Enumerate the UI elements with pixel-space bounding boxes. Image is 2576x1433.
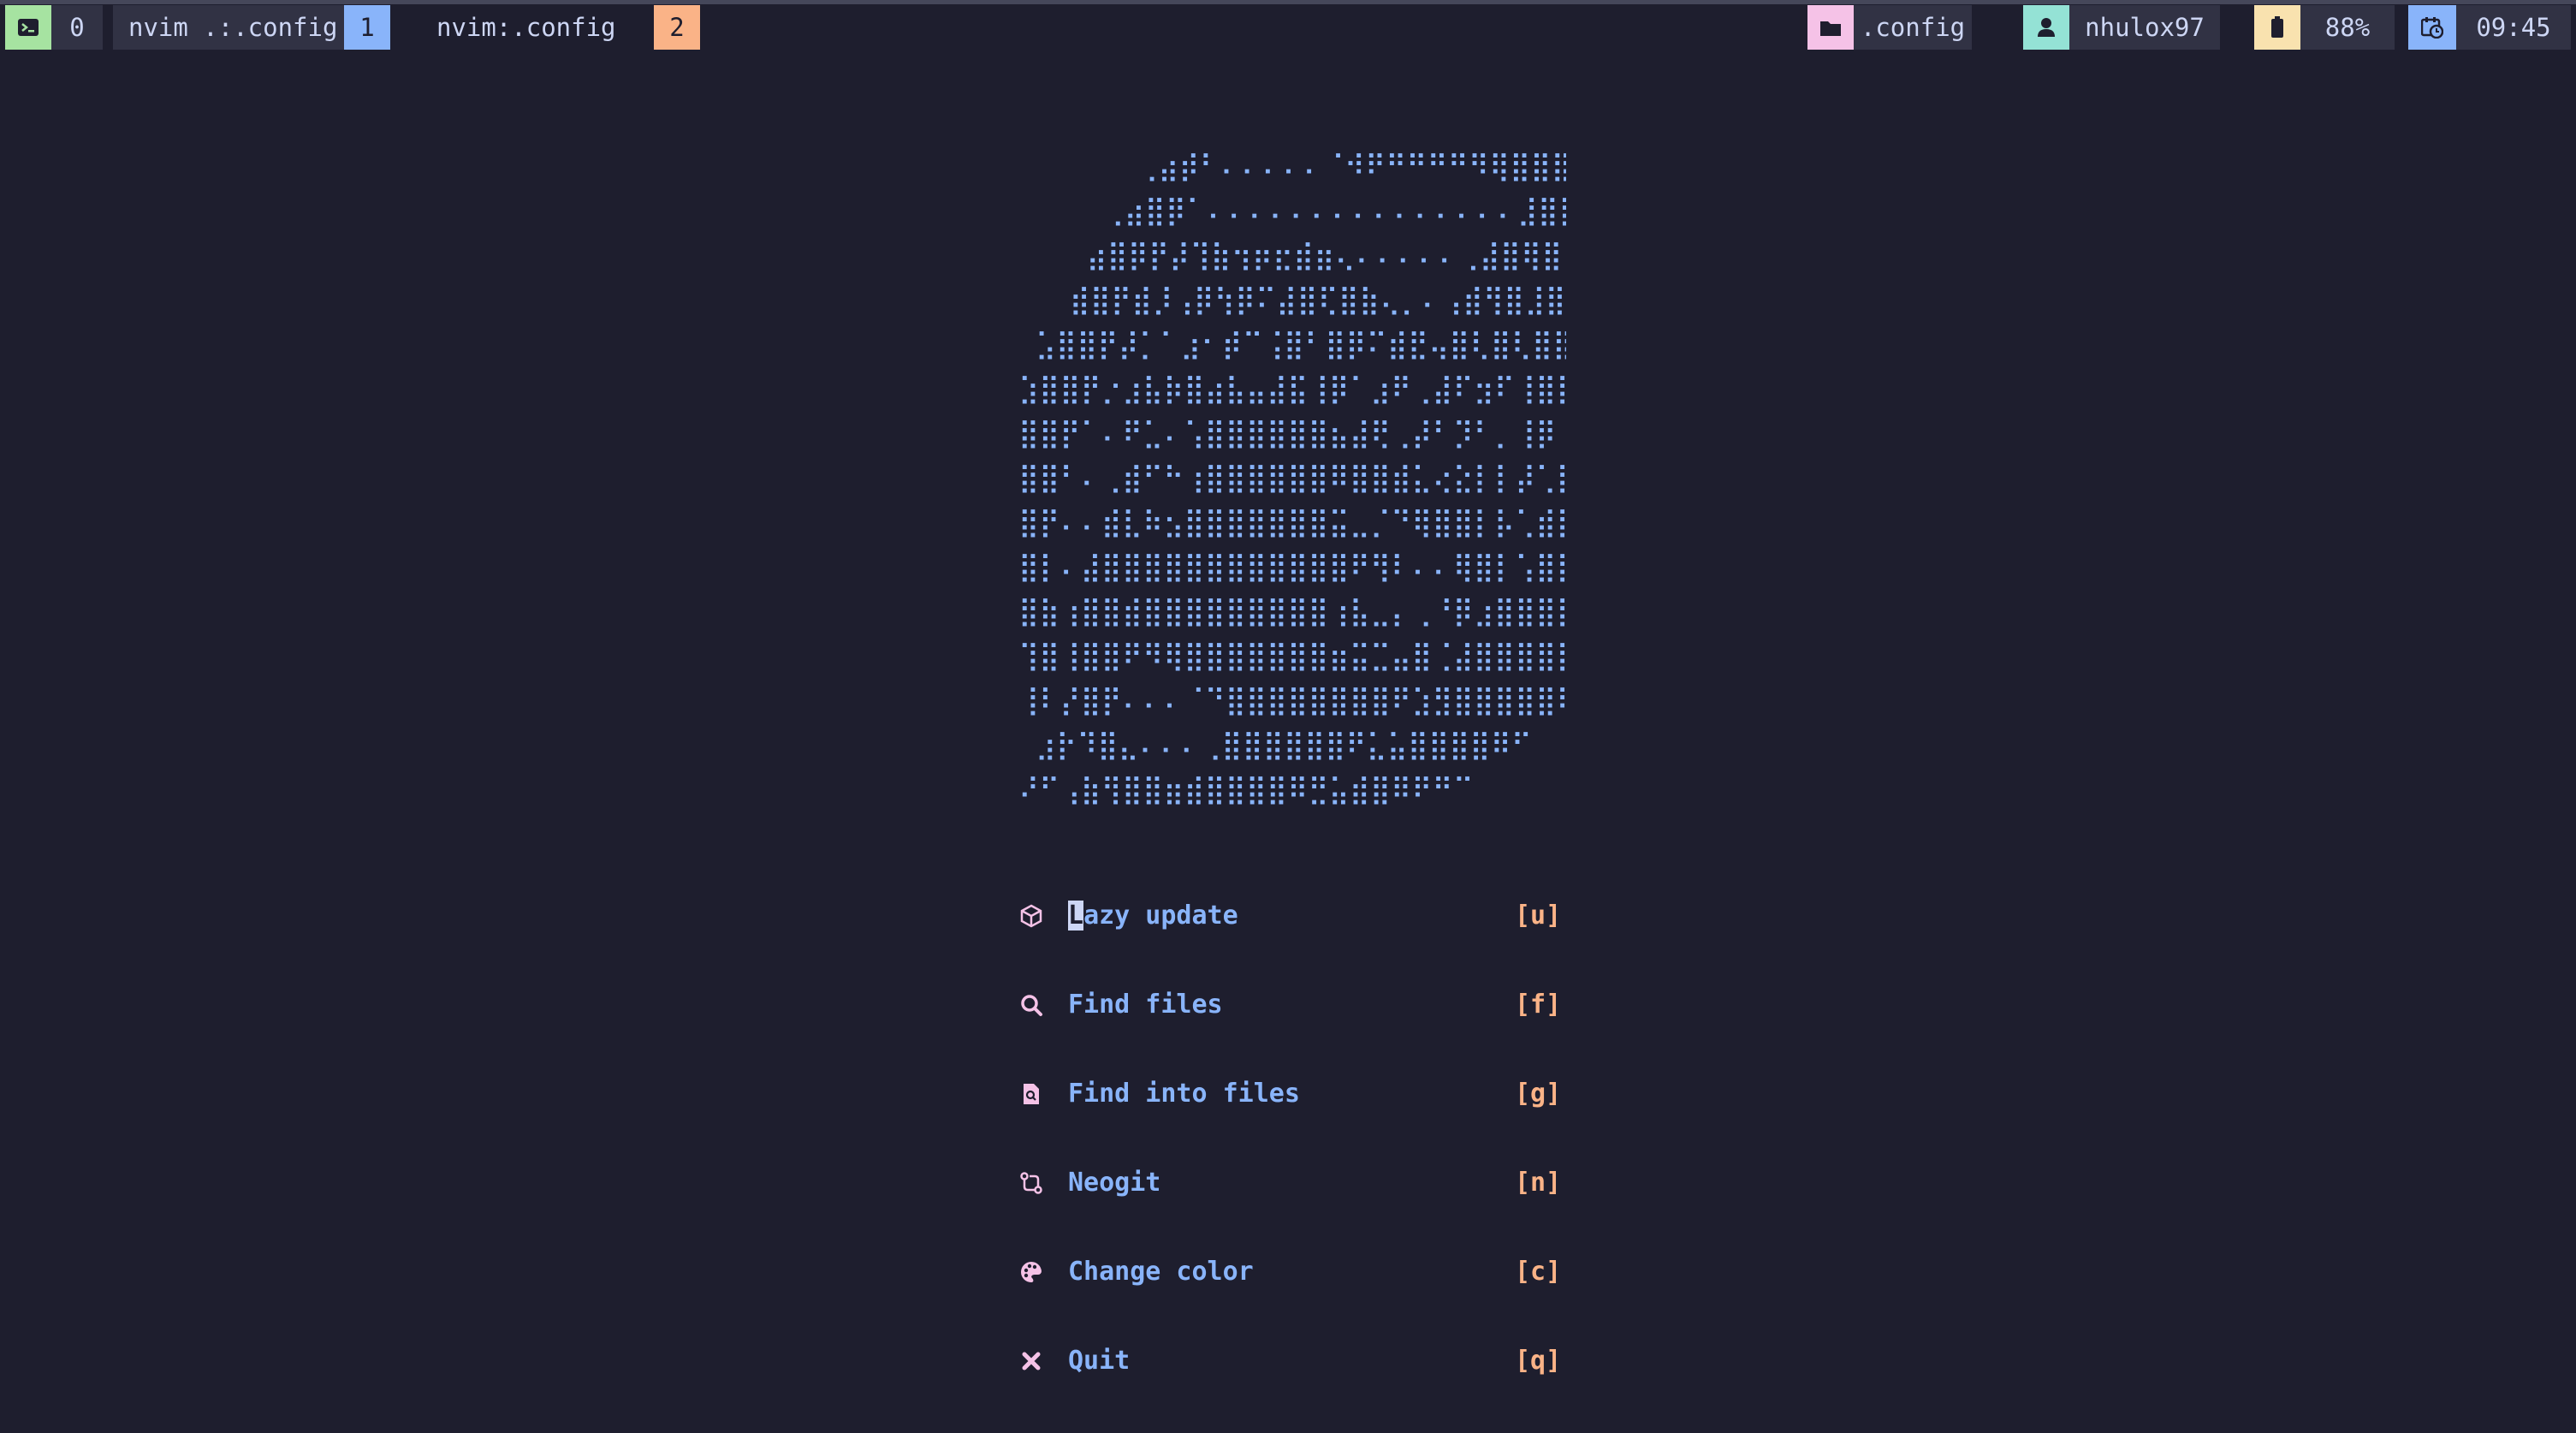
top-border <box>0 0 2576 4</box>
close-icon <box>1017 1347 1046 1376</box>
logo-line: ⢹⣿⢸⣿⣿⠟⠻⢿⣿⣿⣿⣿⣿⣿⣿⣶⣭⣉⣤⣿⢈⣼⣿⣿⣿⣿⣿⣿⠏⣾⣹⣿⣿ <box>1018 639 1566 672</box>
logo-line: ⣴⣿⡿⡟⡼⢹⣷⢲⡶⣖⣾⣶⢄⠄⠄⠄⠄⠄⢀⣼⣿⢿⣿⣿⣿⣿⣿⣿⣿ <box>1086 238 1566 271</box>
logo-line: ⢀⣴⡾⠃⠄⠄⠄⠄⠄⠈⠺⠟⠛⠛⠛⠛⠻⢿⣿⣿⣿⣿⣶⣤⡀ <box>1137 149 1566 182</box>
search-icon <box>1017 990 1046 1020</box>
clock-time: 09:45 <box>2456 5 2571 50</box>
window-tab-2[interactable]: nvim:.config 2 <box>419 5 700 50</box>
logo-line: ⣿⡟⠄⠄⣾⣇⠷⣢⣿⣿⣿⣿⣿⣿⣿⣭⣀⡈⠙⢿⣿⣿⡇⡧⢁⣾⣿⣿⣿⣿⣿⣿⣿ <box>1018 505 1566 538</box>
logo-line: ⢀⣴⣿⡿⠁⠄⠄⠄⠄⠄⠄⠄⠄⠄⠄⠄⠄⠄⠄⠄⣸⣿⣿⣿⣿⣿⣿⣿⣷ <box>1103 193 1566 227</box>
file-search-icon <box>1017 1079 1046 1109</box>
menu-item-quit[interactable]: Quit [q] <box>1017 1340 1564 1384</box>
menu-label: Find into files <box>1068 1079 1300 1109</box>
time-segment: 09:45 <box>2408 5 2571 50</box>
menu-shortcut: [g] <box>1515 1079 1562 1109</box>
logo-line: ⣱⣿⣿⡟⡐⣰⣧⡷⣿⣴⣧⣤⣼⣯⢸⡿⠁⣰⠟⢀⣼⠏⣲⠏⢸⣿⡟⣿⣿⣿⣿⣿⣿ <box>1018 372 1566 405</box>
battery-icon <box>2254 5 2300 50</box>
logo-line: ⣿⣷⢰⣿⣿⣾⣿⣿⣿⣿⣿⣿⣿⣿⣿⢰⣧⣀⡄⢀⠘⡿⣰⣿⣿⣿⣿⣿⣿⠟⣼⣿⣿ <box>1018 594 1566 627</box>
logo-line: ⣿⣿⡟⠁⠄⠟⣁⠄⢡⣿⣿⣿⣿⣿⣿⣦⣼⢟⢀⡼⠃⡹⠃⡀⢸⡿⢸⣿⣿⣿⣿⣿⡟ <box>1018 416 1566 449</box>
session-index: 0 <box>51 5 103 50</box>
directory-segment: .config <box>1807 5 1972 50</box>
logo-line: ⣰⡗⠹⣿⣄⠄⠄⠄⢀⣿⣿⣿⣿⣿⣿⠟⣅⣥⣿⣿⣿⣿⠿⠋ ⣾⡌⢠⣿⡿⠃ <box>1035 728 1566 761</box>
palette-icon <box>1017 1258 1046 1287</box>
terminal-icon <box>5 5 51 50</box>
session-segment[interactable]: 0 <box>5 5 103 50</box>
window-index: 1 <box>344 5 390 50</box>
menu-label: Neogit <box>1068 1168 1161 1198</box>
menu-item-find-into-files[interactable]: Find into files [g] <box>1017 1073 1564 1117</box>
battery-level: 88% <box>2300 5 2395 50</box>
logo-line: ⣾⣿⡟⣾⡸⢠⡿⢳⡿⠍⣼⣿⢏⣿⣷⢄⡀⠄⢠⣾⢻⣿⣸⣿⣿⣿⣿⣿⣿⣿ <box>1069 282 1566 316</box>
directory-name: .config <box>1854 5 1972 50</box>
tmux-status-bar: 0 nvim .:.config 1 nvim:.config 2 .confi… <box>0 5 2576 50</box>
user-name: nhulox97 <box>2069 5 2220 50</box>
user-segment: nhulox97 <box>2023 5 2220 50</box>
logo-line: ⣿⡇⠄⣼⣿⣿⣿⣿⣿⣿⣿⣿⣿⣿⣿⣿⠟⢻⠇⠄⠄⢿⣿⡇⢡⣿⣿⣿⣿⣿⣿⣿⣿ <box>1018 550 1566 583</box>
window-title: nvim .:.config <box>113 5 344 50</box>
menu-item-find-files[interactable]: Find files [f] <box>1017 984 1564 1028</box>
user-icon <box>2023 5 2069 50</box>
menu-item-change-color[interactable]: Change color [c] <box>1017 1251 1564 1295</box>
logo-line: ⠜⠋⢠⣷⢻⣿⣿⣶⣾⣿⣿⣿⣿⠿⣛⣥⣾⣿⠿⠟⠛⠉ <box>1018 772 1474 806</box>
window-tab-1[interactable]: nvim .:.config 1 <box>113 5 390 50</box>
calendar-clock-icon <box>2408 5 2456 50</box>
logo-line: ⣡⣿⣿⡟⡼⡁⠁⣰⠂⡾⠉⢨⣿⠃⣿⡿⠍⣾⣟⢤⣿⢇⣿⢇⣿⣿⢿⣿⣿⣿⣿⣿ <box>1035 327 1566 360</box>
menu-shortcut: [n] <box>1515 1168 1562 1198</box>
logo-line: ⣿⣿⠃⠄⢀⣾⠋⠓⢰⣿⣿⣿⣿⣿⣿⠿⣿⣿⣾⣅⢔⣕⡇⡇⡼⢁⣿⣿⣿⣿⣿⣿⢣ <box>1018 461 1566 494</box>
menu-item-neogit[interactable]: Neogit [n] <box>1017 1162 1564 1206</box>
logo-line: ⢸⠇⡜⣿⡟⠄⠄⠄⠈⠙⣿⣿⣿⣿⣿⣿⣿⣿⠟⣱⣻⣿⣿⣿⣿⣿⠟⠁⢳⠃⣿⣿⣿ <box>1018 683 1566 716</box>
menu-shortcut: [u] <box>1515 901 1562 931</box>
package-icon <box>1017 901 1046 931</box>
menu-shortcut: [q] <box>1515 1346 1562 1376</box>
menu-label: Find files <box>1068 990 1223 1020</box>
menu-item-lazy-update[interactable]: Lazy update [u] <box>1017 895 1564 939</box>
git-compare-icon <box>1017 1168 1046 1198</box>
menu-label: Lazy update <box>1068 901 1238 931</box>
text-cursor: L <box>1068 901 1084 931</box>
menu-shortcut: [c] <box>1515 1257 1562 1287</box>
folder-icon <box>1807 5 1854 50</box>
menu-label: Change color <box>1068 1257 1254 1287</box>
window-title: nvim:.config <box>436 13 616 42</box>
battery-segment: 88% <box>2254 5 2395 50</box>
menu-shortcut: [f] <box>1515 990 1562 1020</box>
ascii-logo: ⢀⣴⡾⠃⠄⠄⠄⠄⠄⠈⠺⠟⠛⠛⠛⠛⠻⢿⣿⣿⣿⣿⣶⣤⡀ ⢀⣴⣿⡿⠁⠄⠄⠄⠄⠄⠄⠄⠄⠄… <box>1018 144 1566 812</box>
menu-label: Quit <box>1068 1346 1131 1376</box>
window-index: 2 <box>654 5 700 50</box>
